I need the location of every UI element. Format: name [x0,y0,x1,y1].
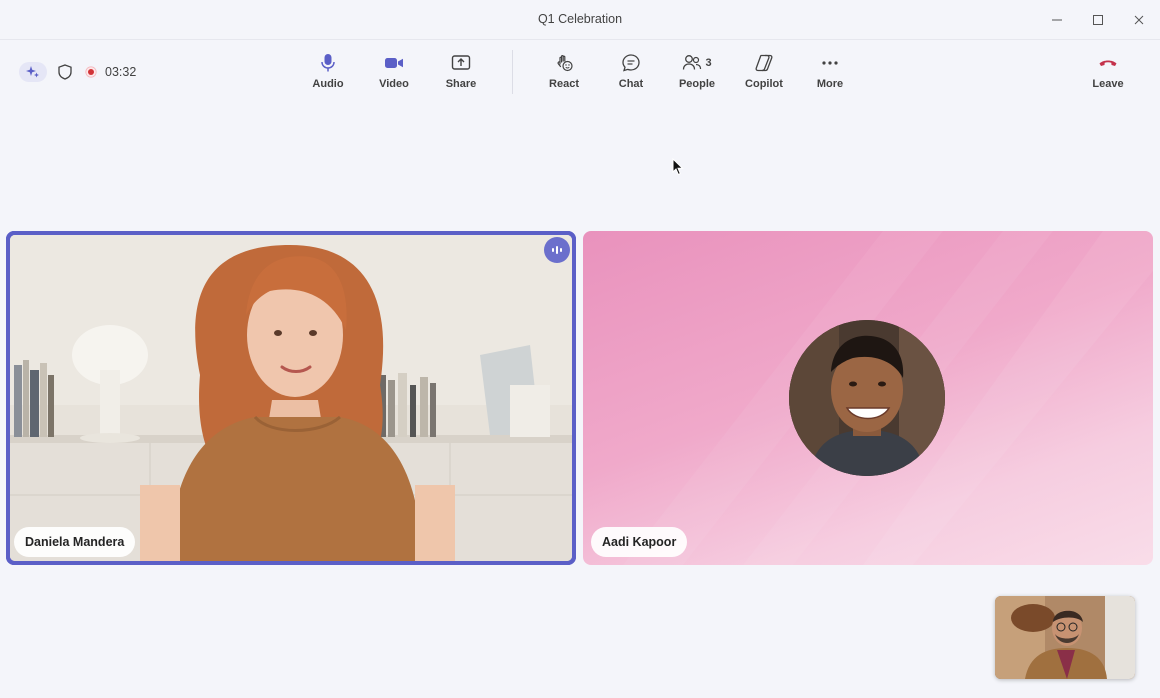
leave-label: Leave [1092,78,1124,90]
share-label: Share [445,78,477,90]
title-bar: Q1 Celebration [0,0,1160,40]
meeting-toolbar: 03:32 Audio Video Share React Chat 3 Peo… [0,40,1160,106]
participant-tile-aadi[interactable]: Aadi Kapoor [583,231,1153,565]
leave-button[interactable]: Leave [1078,52,1138,96]
close-icon[interactable] [1129,10,1149,30]
meeting-timer: 03:32 [105,65,137,79]
react-button[interactable]: React [534,52,594,96]
copilot-sparkle-icon[interactable] [19,62,47,82]
shield-icon[interactable] [58,64,72,80]
participant-name-label: Daniela Mandera [14,527,136,557]
maximize-icon[interactable] [1088,10,1108,30]
hang-up-icon [1098,52,1118,74]
share-button[interactable]: Share [431,52,491,96]
recording-dot-icon [85,66,97,78]
people-label: People [678,78,716,90]
more-icon [821,52,839,74]
participant-video [10,235,572,561]
participant-name-label: Aadi Kapoor [591,527,688,557]
more-label: More [816,78,844,90]
audio-button[interactable]: Audio [298,52,358,96]
copilot-icon [753,52,775,74]
video-label: Video [379,78,409,90]
microphone-icon [320,52,336,74]
more-button[interactable]: More [800,52,860,96]
video-camera-icon [384,52,404,74]
share-screen-icon [451,52,471,74]
window-title: Q1 Celebration [537,12,623,26]
mouse-cursor-icon [672,157,684,181]
people-icon [682,54,702,72]
react-label: React [549,78,579,90]
toolbar-divider [512,50,513,94]
chat-icon [621,52,641,74]
copilot-button[interactable]: Copilot [734,52,794,96]
react-icon [554,52,574,74]
copilot-label: Copilot [745,78,783,90]
participant-tile-daniela[interactable]: Daniela Mandera [6,231,576,565]
chat-button[interactable]: Chat [601,52,661,96]
self-view-video[interactable] [995,596,1135,679]
meeting-status: 03:32 [19,62,136,82]
chat-label: Chat [618,78,644,90]
speaking-indicator-icon [544,237,570,263]
people-count-badge: 3 [705,57,712,69]
audio-label: Audio [312,78,344,90]
minimize-icon[interactable] [1047,10,1067,30]
people-button[interactable]: 3 People [667,52,727,96]
avatar [789,320,945,476]
video-button[interactable]: Video [364,52,424,96]
